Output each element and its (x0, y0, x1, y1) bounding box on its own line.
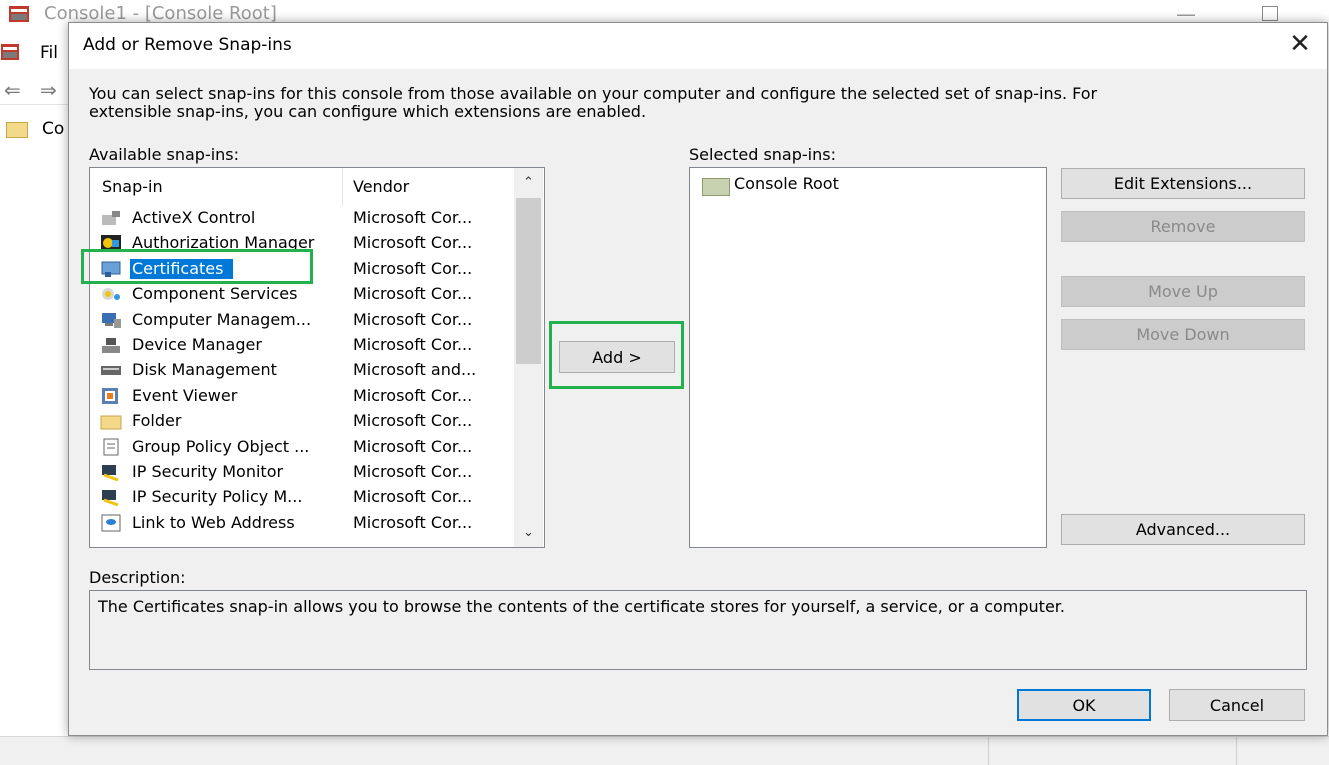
advanced-button[interactable]: Advanced... (1061, 514, 1305, 545)
column-separator[interactable] (342, 168, 343, 206)
snapin-name: IP Security Policy M... (132, 487, 303, 507)
snapin-row[interactable]: Computer Managem... Microsoft Cor... (90, 308, 514, 333)
maximize-button[interactable] (1262, 6, 1278, 21)
snapin-name: Folder (132, 411, 182, 431)
selected-item-label: Console Root (734, 174, 839, 193)
dialog-titlebar: Add or Remove Snap-ins ✕ (69, 23, 1327, 69)
selected-snapins-list[interactable]: Console Root (689, 167, 1047, 548)
certificates-highlight-box (81, 249, 313, 284)
intro-line-1: You can select snap-ins for this console… (89, 84, 1098, 103)
snapin-name: Link to Web Address (132, 512, 295, 532)
snapin-name: Component Services (132, 284, 298, 304)
scroll-down-icon[interactable]: ⌄ (514, 518, 543, 547)
snapin-name: IP Security Monitor (132, 461, 284, 481)
back-arrow-icon[interactable]: ⇐ (4, 78, 21, 102)
background-tree-item[interactable]: Co (0, 116, 68, 140)
snapin-row[interactable]: Component Services Microsoft Cor... (90, 282, 514, 307)
snapin-vendor: Microsoft Cor... (353, 309, 473, 329)
snapin-row[interactable]: Folder Microsoft Cor... (90, 409, 514, 434)
snapin-vendor: Microsoft Cor... (353, 512, 473, 532)
ip-security-policy-icon (102, 490, 119, 507)
list-scrollbar[interactable]: ⌃ ⌄ (514, 168, 543, 547)
ip-security-monitor-icon (102, 464, 119, 481)
group-policy-icon (103, 438, 119, 456)
background-menubar: Fil (0, 40, 68, 66)
device-manager-icon (102, 337, 120, 353)
background-statusbar (0, 736, 1329, 765)
tree-item-label: Co (42, 119, 65, 139)
close-icon[interactable]: ✕ (1285, 29, 1315, 59)
forward-arrow-icon[interactable]: ⇒ (40, 78, 57, 102)
snapin-vendor: Microsoft Cor... (353, 258, 473, 278)
snapin-name: ActiveX Control (132, 208, 256, 227)
snapin-vendor: Microsoft Cor... (353, 233, 473, 253)
menu-file[interactable]: Fil (40, 43, 58, 63)
status-separator (1236, 737, 1237, 765)
column-header-vendor[interactable]: Vendor (353, 168, 409, 206)
add-remove-snapins-dialog: Add or Remove Snap-ins ✕ You can select … (68, 22, 1328, 736)
mmc-app-icon (9, 6, 29, 22)
snapin-name: Device Manager (132, 334, 262, 354)
snapin-vendor: Microsoft Cor... (353, 385, 473, 405)
edit-extensions-button[interactable]: Edit Extensions... (1061, 168, 1305, 199)
component-services-icon (102, 288, 120, 301)
web-link-icon (101, 514, 121, 532)
snapin-row[interactable]: Disk Management Microsoft and... (90, 358, 514, 383)
scroll-thumb[interactable] (516, 198, 541, 364)
snapin-vendor: Microsoft Cor... (353, 334, 473, 354)
intro-line-2: extensible snap-ins, you can configure w… (89, 102, 647, 121)
move-down-button[interactable]: Move Down (1061, 319, 1305, 350)
mmc-menu-icon (1, 44, 19, 60)
column-header-snapin[interactable]: Snap-in (102, 168, 163, 206)
snapin-row[interactable]: ActiveX Control Microsoft Cor... (90, 206, 514, 231)
snapin-vendor: Microsoft and... (353, 360, 477, 380)
snapin-vendor: Microsoft Cor... (353, 461, 473, 481)
snapin-name: Event Viewer (132, 385, 238, 405)
snapin-vendor: Microsoft Cor... (353, 436, 473, 456)
activex-icon (102, 211, 120, 225)
add-button-highlight-box (549, 321, 684, 389)
background-window-title: Console1 - [Console Root] (44, 3, 277, 24)
scroll-up-icon[interactable]: ⌃ (514, 168, 543, 197)
snapin-vendor: Microsoft Cor... (353, 487, 473, 507)
event-viewer-icon (102, 387, 118, 404)
snapin-vendor: Microsoft Cor... (353, 208, 473, 227)
snapin-name: Computer Managem... (132, 309, 312, 329)
selected-snapins-label: Selected snap-ins: (689, 145, 836, 164)
intro-text: You can select snap-ins for this console… (89, 85, 1259, 121)
cancel-button[interactable]: Cancel (1169, 689, 1305, 721)
computer-management-icon (102, 312, 121, 328)
snapin-name: Group Policy Object ... (132, 436, 310, 456)
remove-button[interactable]: Remove (1061, 211, 1305, 242)
snapin-row[interactable]: Group Policy Object ... Microsoft Cor... (90, 435, 514, 460)
folder-icon (100, 415, 122, 430)
ok-button[interactable]: OK (1017, 689, 1151, 721)
available-snapins-label: Available snap-ins: (89, 145, 240, 164)
snapin-row[interactable]: Event Viewer Microsoft Cor... (90, 384, 514, 409)
description-box: The Certificates snap-in allows you to b… (89, 590, 1307, 670)
background-toolbar: ⇐ ⇒ (0, 76, 68, 105)
snapin-vendor: Microsoft Cor... (353, 411, 473, 431)
folder-icon (6, 122, 28, 138)
disk-management-icon (101, 366, 121, 376)
console-root-folder-icon (702, 178, 730, 196)
snapin-row[interactable]: Link to Web Address Microsoft Cor... (90, 511, 514, 536)
snapin-row[interactable]: IP Security Monitor Microsoft Cor... (90, 460, 514, 485)
snapin-name: Disk Management (132, 360, 277, 380)
dialog-title: Add or Remove Snap-ins (83, 35, 292, 55)
snapin-vendor: Microsoft Cor... (353, 284, 473, 304)
snapin-row[interactable]: Device Manager Microsoft Cor... (90, 333, 514, 358)
available-snapins-list[interactable]: Snap-in Vendor ActiveX Control Microsoft … (89, 167, 545, 548)
move-up-button[interactable]: Move Up (1061, 276, 1305, 307)
description-label: Description: (89, 568, 186, 587)
snapin-row[interactable]: IP Security Policy M... Microsoft Cor... (90, 485, 514, 510)
status-separator (988, 737, 989, 765)
description-text: The Certificates snap-in allows you to b… (98, 597, 1065, 616)
